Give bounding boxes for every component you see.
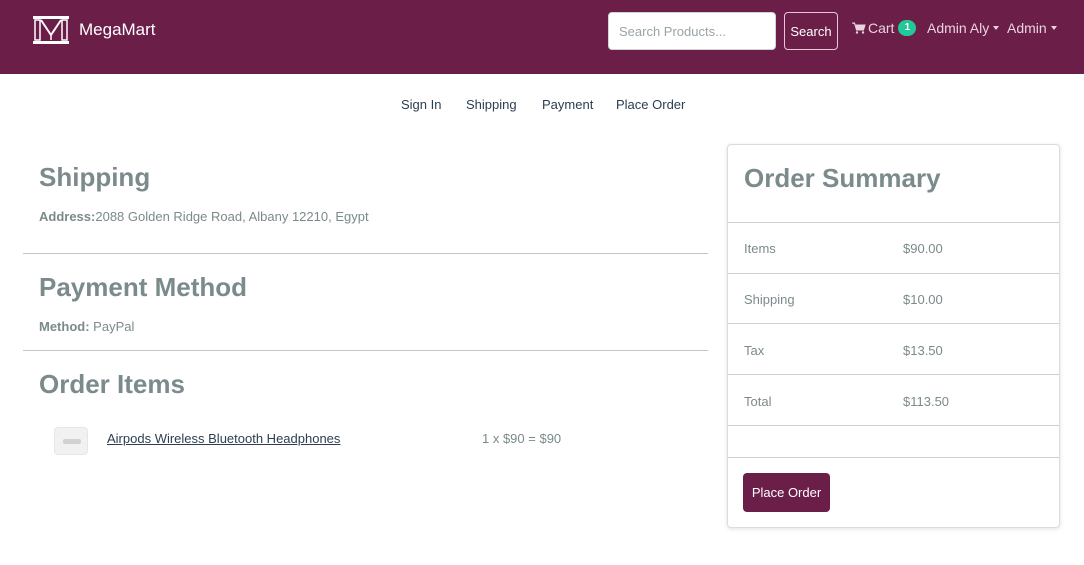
caret-down-icon [993,26,1000,30]
user-menu-label: Admin Aly [927,20,990,36]
payment-title: Payment Method [39,272,248,302]
step-shipping[interactable]: Shipping [466,97,517,112]
order-item-link[interactable]: Airpods Wireless Bluetooth Headphones [107,431,340,446]
summary-items-label: Items [744,241,776,256]
brand-link[interactable]: MegaMart [32,15,156,45]
step-payment[interactable]: Payment [542,97,593,112]
shipping-title: Shipping [39,162,151,192]
step-sign-in[interactable]: Sign In [401,97,441,112]
order-items-title: Order Items [39,369,185,399]
search-input[interactable] [608,12,776,50]
summary-total-value: $113.50 [903,394,950,409]
shopping-cart-icon [852,22,866,34]
summary-total-label: Total [744,394,772,409]
summary-tax-label: Tax [744,343,765,358]
address-label: Address: [39,209,96,224]
method-label: Method: [39,319,90,334]
payment-method: Method: PayPal [39,319,708,334]
order-summary-title: Order Summary [744,163,941,193]
divider [728,425,1059,426]
summary-items-value: $90.00 [903,241,943,256]
caret-down-icon [1050,26,1057,30]
order-item-price: 1 x $90 = $90 [482,431,562,446]
order-summary-card: Order Summary Items $90.00 Shipping $10.… [727,144,1060,528]
shipping-address: Address:2088 Golden Ridge Road, Albany 1… [39,209,708,224]
address-value: 2088 Golden Ridge Road, Albany 12210, Eg… [95,209,369,224]
summary-shipping-value: $10.00 [903,292,943,307]
divider [728,457,1059,458]
user-menu-dropdown[interactable]: Admin Aly [927,20,1000,36]
checkout-steps: Sign In Shipping Payment Place Order [0,97,1084,117]
divider [728,222,1059,223]
place-order-button[interactable]: Place Order [743,473,830,512]
shipping-section: Shipping Address:2088 Golden Ridge Road,… [23,162,708,254]
admin-menu-label: Admin [1007,20,1047,36]
cart-label: Cart [868,20,895,36]
cart-link[interactable]: Cart 1 [852,20,917,36]
order-item-row: Airpods Wireless Bluetooth Headphones 1 … [54,427,614,455]
megamart-logo-icon [33,16,69,44]
top-navbar: MegaMart Search Cart 1 Admin Aly Admin [0,0,1084,74]
search-button[interactable]: Search [784,12,838,50]
step-place-order[interactable]: Place Order [616,97,685,112]
method-value: PayPal [93,319,135,334]
brand-name: MegaMart [79,20,156,39]
divider [728,374,1059,375]
divider [728,323,1059,324]
divider [728,273,1059,274]
cart-count-badge: 1 [898,20,917,36]
summary-tax-value: $13.50 [903,343,943,358]
summary-shipping-label: Shipping [744,292,795,307]
order-items-section: Order Items Airpods Wireless Bluetooth H… [23,369,708,455]
payment-section: Payment Method Method: PayPal [23,272,708,351]
airpods-thumbnail [54,427,88,455]
admin-menu-dropdown[interactable]: Admin [1007,20,1057,36]
